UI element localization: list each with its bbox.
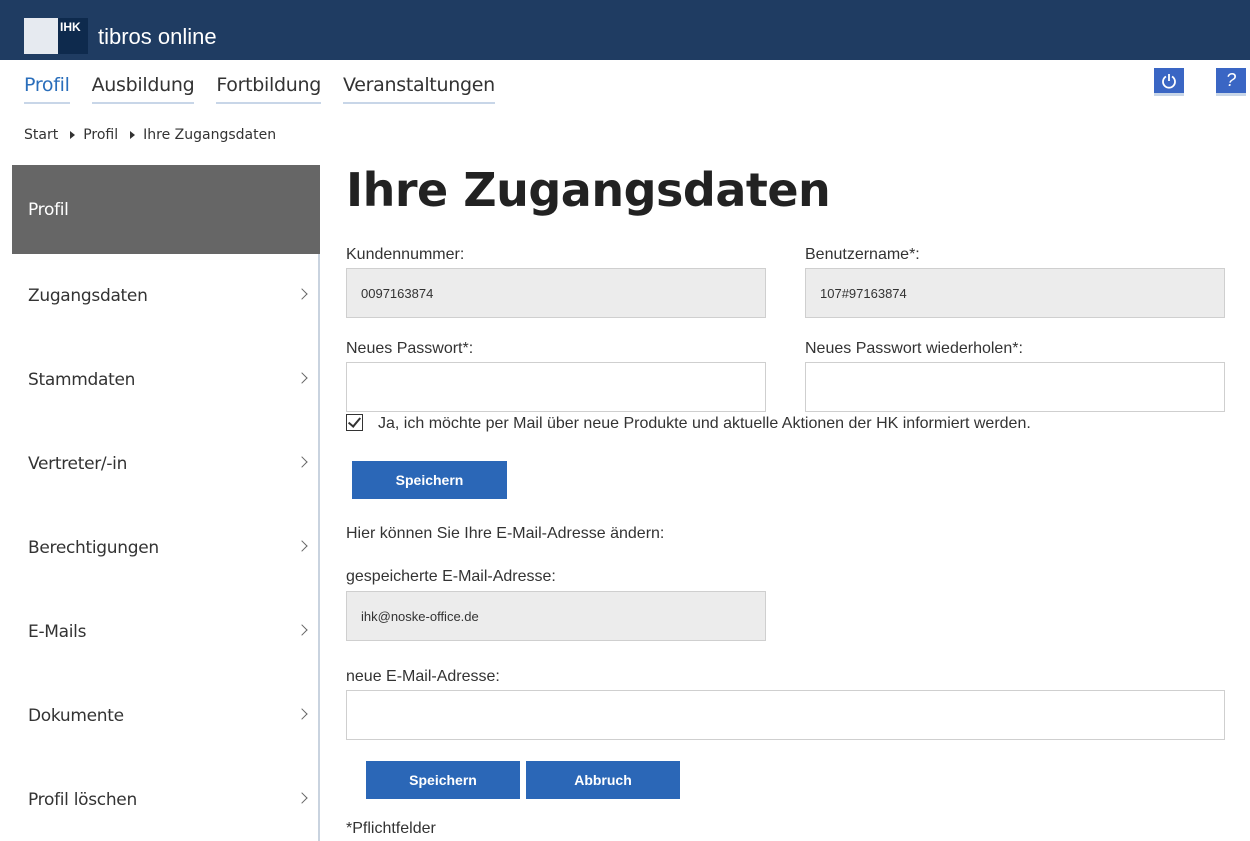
breadcrumb-arrow-icon xyxy=(130,131,136,139)
chevron-right-icon xyxy=(296,540,308,552)
app-title: tibros online xyxy=(98,24,217,49)
main-nav: Profil Ausbildung Fortbildung Veranstalt… xyxy=(24,74,517,104)
sidebar-item-label: Berechtigungen xyxy=(28,538,159,558)
password-repeat-label: Neues Passwort wiederholen*: xyxy=(805,340,1023,357)
password-label: Neues Passwort*: xyxy=(346,340,474,357)
sidebar-item-label: Profil xyxy=(28,199,69,220)
chevron-right-icon xyxy=(296,372,308,384)
newsletter-checkbox[interactable] xyxy=(346,414,363,431)
logout-button[interactable] xyxy=(1154,68,1184,96)
save-email-button[interactable]: Speichern xyxy=(366,761,520,799)
sidebar-item-label: Profil löschen xyxy=(28,790,137,810)
sidebar-item-dokumente[interactable]: Dokumente xyxy=(12,674,320,758)
required-note: *Pflichtfelder xyxy=(346,820,436,837)
stored-email-label: gespeicherte E-Mail-Adresse: xyxy=(346,568,556,585)
cancel-button[interactable]: Abbruch xyxy=(526,761,680,799)
chevron-right-icon xyxy=(296,288,308,300)
logo-text: IHK xyxy=(60,20,81,34)
stored-email-field: ihk@noske-office.de xyxy=(346,591,766,641)
sidebar-item-label: Dokumente xyxy=(28,706,124,726)
sidebar: Profil Zugangsdaten Stammdaten Vertreter… xyxy=(12,165,320,841)
password-input[interactable] xyxy=(346,362,766,412)
breadcrumb: Start Profil Ihre Zugangsdaten xyxy=(24,127,276,143)
sidebar-item-label: Stammdaten xyxy=(28,370,136,390)
sidebar-item-berechtigungen[interactable]: Berechtigungen xyxy=(12,506,320,590)
nav-veranstaltungen[interactable]: Veranstaltungen xyxy=(343,74,495,104)
sidebar-item-stammdaten[interactable]: Stammdaten xyxy=(12,338,320,422)
nav-fortbildung[interactable]: Fortbildung xyxy=(216,74,321,104)
newsletter-label: Ja, ich möchte per Mail über neue Produk… xyxy=(378,415,1031,432)
sidebar-item-zugangsdaten[interactable]: Zugangsdaten xyxy=(12,254,320,338)
breadcrumb-current: Ihre Zugangsdaten xyxy=(143,127,277,143)
email-intro-text: Hier können Sie Ihre E-Mail-Adresse ände… xyxy=(346,525,665,542)
sidebar-item-emails[interactable]: E-Mails xyxy=(12,590,320,674)
breadcrumb-arrow-icon xyxy=(70,131,76,139)
top-bar: IHK tibros online xyxy=(0,0,1250,60)
chevron-right-icon xyxy=(296,708,308,720)
kundennummer-label: Kundennummer: xyxy=(346,246,465,263)
chevron-right-icon xyxy=(296,792,308,804)
breadcrumb-start[interactable]: Start xyxy=(24,127,58,143)
chevron-right-icon xyxy=(296,456,308,468)
sidebar-item-label: Zugangsdaten xyxy=(28,286,148,306)
help-button[interactable]: ? xyxy=(1216,68,1246,96)
help-icon: ? xyxy=(1225,70,1236,90)
chevron-right-icon xyxy=(296,624,308,636)
page-title: Ihre Zugangsdaten xyxy=(346,163,831,217)
nav-ausbildung[interactable]: Ausbildung xyxy=(91,74,195,104)
new-email-input[interactable] xyxy=(346,690,1225,740)
breadcrumb-profil[interactable]: Profil xyxy=(83,127,118,143)
sidebar-item-label: Vertreter/-in xyxy=(28,454,128,474)
benutzername-field: 107#97163874 xyxy=(805,268,1225,318)
sidebar-item-profil-loeschen[interactable]: Profil löschen xyxy=(12,758,320,841)
power-icon xyxy=(1162,73,1176,89)
benutzername-label: Benutzername*: xyxy=(805,246,920,263)
ihk-logo[interactable]: IHK xyxy=(24,18,88,54)
save-password-button[interactable]: Speichern xyxy=(352,461,507,499)
sidebar-item-profil[interactable]: Profil xyxy=(12,165,320,254)
kundennummer-field: 0097163874 xyxy=(346,268,766,318)
sidebar-item-label: E-Mails xyxy=(28,622,87,642)
password-repeat-input[interactable] xyxy=(805,362,1225,412)
logo-mark xyxy=(24,18,58,54)
nav-profil[interactable]: Profil xyxy=(24,74,70,104)
new-email-label: neue E-Mail-Adresse: xyxy=(346,668,500,685)
sidebar-item-vertreter[interactable]: Vertreter/-in xyxy=(12,422,320,506)
